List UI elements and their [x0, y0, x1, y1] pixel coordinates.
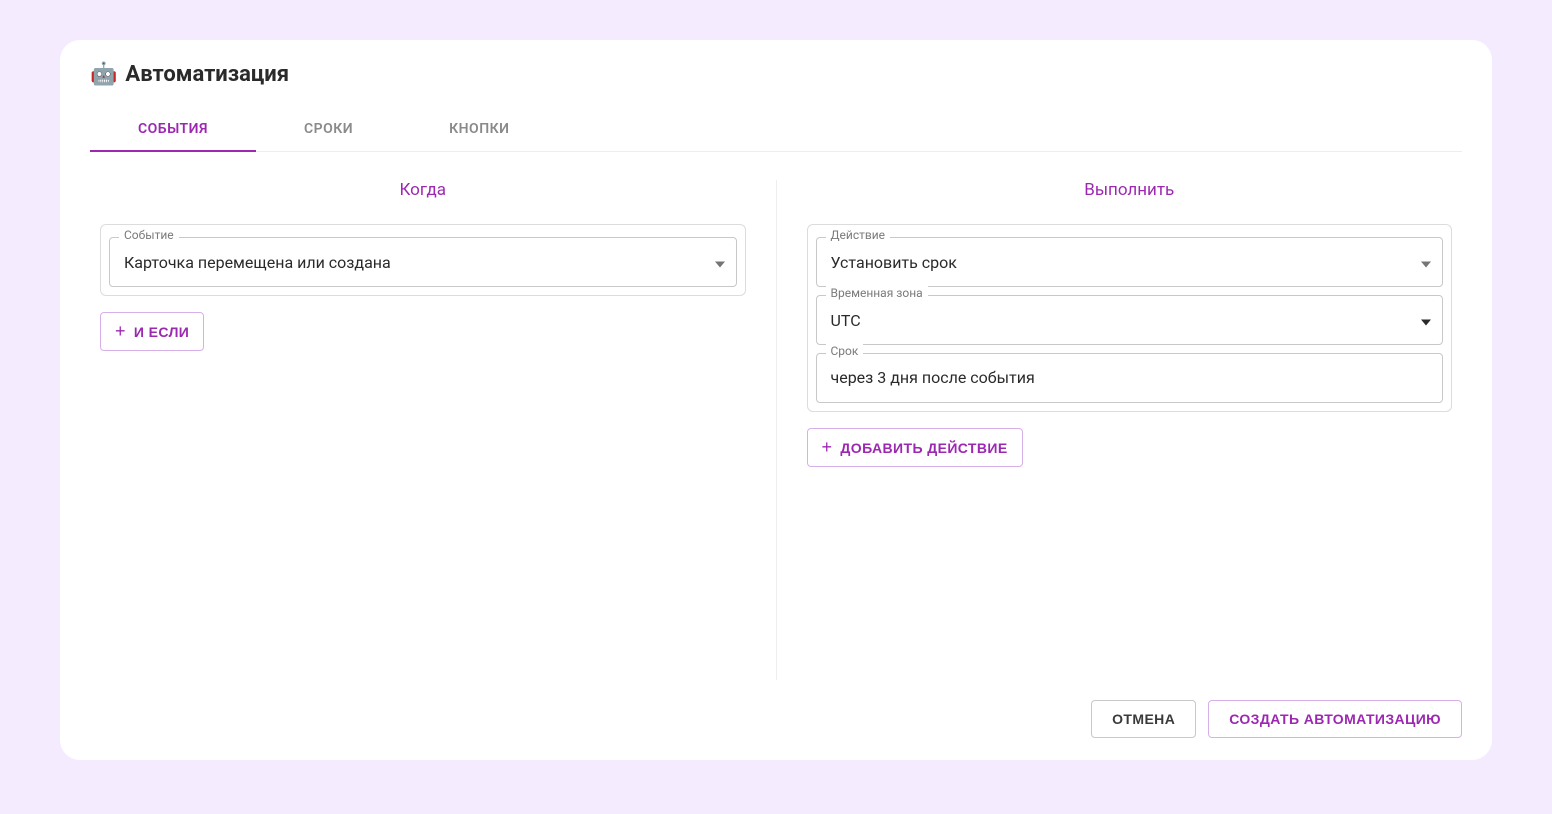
- tab-deadlines[interactable]: СРОКИ: [256, 107, 401, 151]
- event-select-value: Карточка перемещена или создана: [124, 253, 696, 272]
- page-title: 🤖 Автоматизация: [90, 62, 1462, 87]
- cancel-button[interactable]: ОТМЕНА: [1091, 700, 1196, 738]
- footer: ОТМЕНА СОЗДАТЬ АВТОМАТИЗАЦИЮ: [90, 700, 1462, 738]
- deadline-input-value: через 3 дня после события: [831, 368, 1035, 387]
- action-field-label: Действие: [826, 228, 891, 242]
- event-select[interactable]: Карточка перемещена или создана: [109, 237, 737, 287]
- action-field: Действие Установить срок: [816, 237, 1444, 287]
- tab-events[interactable]: СОБЫТИЯ: [90, 107, 256, 151]
- create-automation-button[interactable]: СОЗДАТЬ АВТОМАТИЗАЦИЮ: [1208, 700, 1462, 738]
- deadline-field: Срок через 3 дня после события: [816, 353, 1444, 403]
- deadline-field-label: Срок: [826, 344, 864, 358]
- tab-buttons[interactable]: КНОПКИ: [401, 107, 557, 151]
- chevron-down-icon: [1421, 311, 1431, 330]
- add-condition-button[interactable]: + И ЕСЛИ: [100, 312, 204, 351]
- when-field-group: Событие Карточка перемещена или создана: [100, 224, 746, 296]
- when-column: Когда Событие Карточка перемещена или со…: [90, 180, 777, 680]
- timezone-select[interactable]: UTC: [816, 295, 1444, 345]
- timezone-field-label: Временная зона: [826, 286, 928, 300]
- add-action-button[interactable]: + ДОБАВИТЬ ДЕЙСТВИЕ: [807, 428, 1023, 467]
- execute-title: Выполнить: [807, 180, 1453, 200]
- content-area: Когда Событие Карточка перемещена или со…: [90, 180, 1462, 680]
- event-field-label: Событие: [119, 228, 179, 242]
- robot-icon: 🤖: [90, 62, 117, 87]
- page-title-text: Автоматизация: [125, 62, 289, 87]
- add-action-label: ДОБАВИТЬ ДЕЙСТВИЕ: [840, 440, 1007, 456]
- chevron-down-icon: [1421, 253, 1431, 272]
- chevron-down-icon: [715, 253, 725, 272]
- timezone-field: Временная зона UTC: [816, 295, 1444, 345]
- execute-column: Выполнить Действие Установить срок Време…: [777, 180, 1463, 680]
- add-condition-label: И ЕСЛИ: [134, 324, 189, 340]
- automation-dialog: 🤖 Автоматизация СОБЫТИЯ СРОКИ КНОПКИ Ког…: [60, 40, 1492, 760]
- plus-icon: +: [115, 321, 126, 342]
- event-field: Событие Карточка перемещена или создана: [109, 237, 737, 287]
- when-title: Когда: [100, 180, 746, 200]
- action-select[interactable]: Установить срок: [816, 237, 1444, 287]
- tabs: СОБЫТИЯ СРОКИ КНОПКИ: [90, 107, 1462, 152]
- action-select-value: Установить срок: [831, 253, 1403, 272]
- timezone-select-value: UTC: [831, 311, 1403, 330]
- execute-field-group: Действие Установить срок Временная зона …: [807, 224, 1453, 412]
- plus-icon: +: [822, 437, 833, 458]
- deadline-input[interactable]: через 3 дня после события: [816, 353, 1444, 403]
